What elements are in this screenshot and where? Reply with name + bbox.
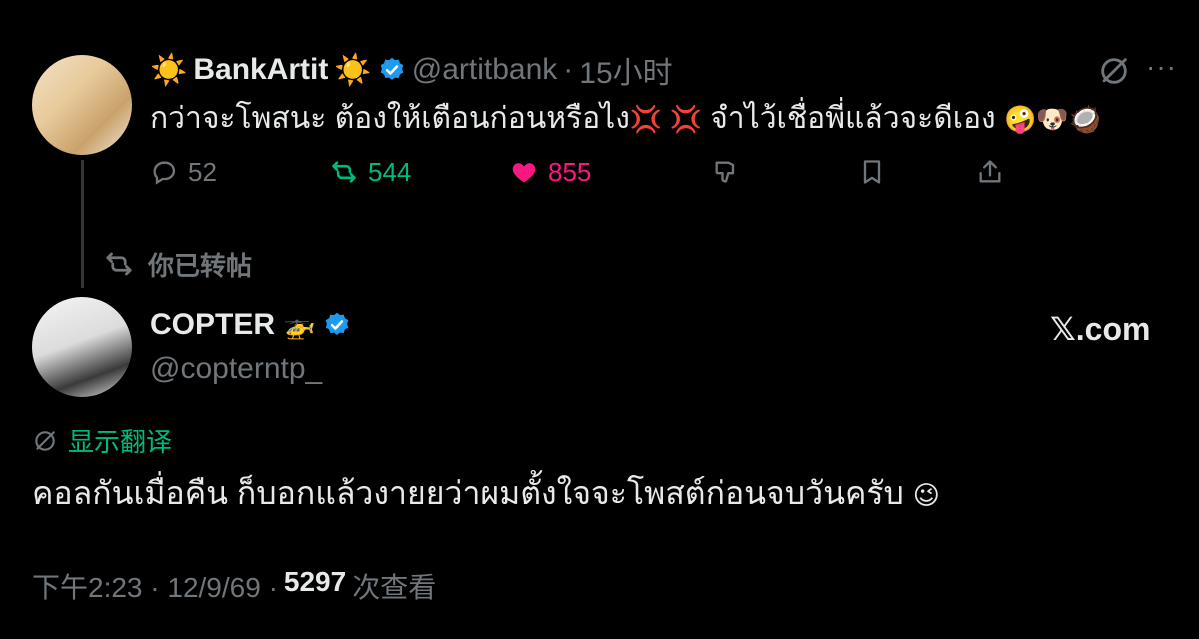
like-button[interactable]: 855 [510, 150, 591, 194]
reply-icon [153, 161, 176, 185]
sun-emoji: ☀️ [150, 53, 188, 87]
dislike-button[interactable] [712, 150, 740, 194]
handle[interactable]: @artitbank [412, 53, 558, 87]
bookmark-icon [863, 160, 881, 184]
views-label: 次查看 [352, 572, 437, 603]
tweet-actions: 52 544 855 [150, 150, 1010, 194]
helicopter-emoji: 🚁 [283, 309, 316, 340]
separator-dot: · [563, 53, 574, 86]
retweet-icon [106, 252, 132, 276]
anger-emoji: 💢 💢 [629, 104, 702, 134]
share-button[interactable] [976, 150, 1004, 194]
display-name[interactable]: COPTER [150, 308, 275, 342]
grok-icon[interactable] [1097, 54, 1131, 88]
verified-badge-icon[interactable] [323, 311, 351, 339]
handle[interactable]: @copterntp_ [150, 352, 322, 386]
retweet-button[interactable]: 544 [330, 150, 411, 194]
timestamp[interactable]: 15小时 [579, 48, 672, 92]
heart-icon [512, 163, 536, 183]
avatar-copter[interactable] [32, 297, 132, 397]
tweet-text: กว่าจะโพสนะ ต้องให้เตือนก่อนหรือไง💢 💢 จำ… [150, 97, 1101, 141]
tweet-meta: 下午2:23 · 12/9/69 · 5297 次查看 [32, 566, 436, 606]
bookmark-button[interactable] [858, 150, 886, 194]
wink-emoji: 😉 [912, 480, 940, 510]
display-name[interactable]: BankArtit [193, 53, 328, 87]
retweet-count: 544 [368, 156, 412, 187]
repost-indicator: 你已转帖 [104, 244, 252, 284]
like-count: 855 [548, 156, 592, 187]
more-icon[interactable]: ··· [1146, 53, 1176, 86]
sun-emoji: ☀️ [334, 53, 372, 87]
translate-button[interactable]: 显示翻译 [32, 422, 172, 459]
source-label: 𝕏.com [1050, 311, 1151, 347]
tweet-header: ☀️ BankArtit ☀️ @artitbank · 15小时 [150, 50, 673, 90]
emoji-group: 🤪🐶🥥 [1003, 104, 1102, 134]
tweet-timestamp[interactable]: 下午2:23 · 12/9/69 · [32, 566, 278, 606]
reply-count: 52 [188, 156, 217, 187]
views-count: 5297 [283, 566, 347, 597]
grok-icon [35, 430, 55, 451]
avatar-bankartit[interactable] [32, 55, 132, 155]
tweet-text-part: กว่าจะโพสนะ ต้องให้เตือนก่อนหรือไง [150, 102, 630, 135]
dislike-icon [715, 161, 735, 183]
translate-label[interactable]: 显示翻译 [68, 422, 172, 459]
thread-line [81, 160, 84, 288]
repost-label: 你已转帖 [148, 250, 253, 281]
retweet-icon [332, 161, 356, 183]
tweet-text-part: คอลกันเมื่อคืน ก็บอกแล้วงายยว่าผมตั้งใจจ… [32, 475, 904, 511]
verified-badge-icon[interactable] [378, 56, 406, 84]
tweet-header: COPTER 🚁 [150, 308, 351, 342]
share-icon [979, 160, 1001, 183]
tweet-text: คอลกันเมื่อคืน ก็บอกแล้วงายยว่าผมตั้งใจจ… [32, 470, 940, 518]
reply-button[interactable]: 52 [150, 150, 217, 194]
tweet-text-part: จำไว้เชื่อพี่แล้วจะดีเอง [710, 102, 996, 135]
